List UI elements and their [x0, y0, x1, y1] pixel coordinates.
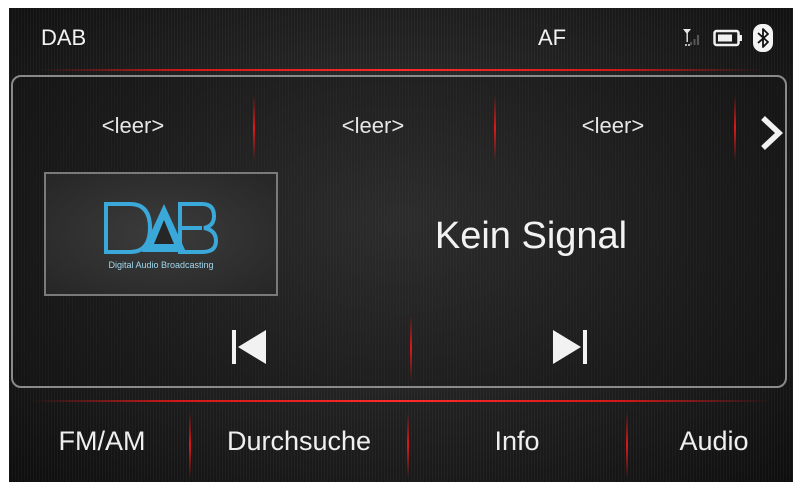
- nav-info[interactable]: Info: [457, 426, 577, 457]
- nav-durchsuche[interactable]: Durchsuche: [209, 426, 389, 457]
- divider: [734, 95, 736, 161]
- preset-row: <leer> <leer> <leer>: [13, 95, 785, 165]
- divider: [410, 315, 412, 381]
- bottom-nav: FM/AM Durchsuche Info Audio: [9, 404, 793, 482]
- bluetooth-icon: [753, 24, 773, 52]
- signal-status: Kein Signal: [434, 215, 628, 257]
- status-icons: [681, 24, 773, 52]
- preset-2[interactable]: <leer>: [273, 113, 473, 139]
- skip-previous-icon[interactable]: [229, 325, 269, 369]
- main-panel: <leer> <leer> <leer> Digital Audio Broad…: [11, 75, 787, 388]
- divider: [407, 412, 409, 478]
- battery-icon: [713, 29, 742, 47]
- divider: [253, 95, 255, 161]
- top-accent-line: [39, 69, 763, 71]
- bottom-accent-line: [29, 400, 773, 402]
- antenna-signal-icon: [683, 29, 699, 46]
- nav-audio[interactable]: Audio: [659, 426, 769, 457]
- dab-logo-icon: [104, 202, 219, 254]
- preset-1[interactable]: <leer>: [33, 113, 233, 139]
- skip-next-icon[interactable]: [550, 325, 590, 369]
- radio-screen: DAB AF <leer> <leer> <leer> Digital Audi…: [9, 8, 793, 482]
- preset-3[interactable]: <leer>: [513, 113, 713, 139]
- divider: [626, 412, 628, 478]
- status-bar: DAB AF: [9, 8, 793, 68]
- af-indicator: AF: [538, 25, 567, 50]
- chevron-right-icon[interactable]: [758, 115, 784, 151]
- logo-subtitle: Digital Audio Broadcasting: [108, 260, 214, 270]
- source-label: DAB: [41, 25, 87, 50]
- divider: [494, 95, 496, 161]
- nav-fm-am[interactable]: FM/AM: [37, 426, 167, 457]
- station-logo: Digital Audio Broadcasting: [44, 172, 278, 296]
- divider: [189, 412, 191, 478]
